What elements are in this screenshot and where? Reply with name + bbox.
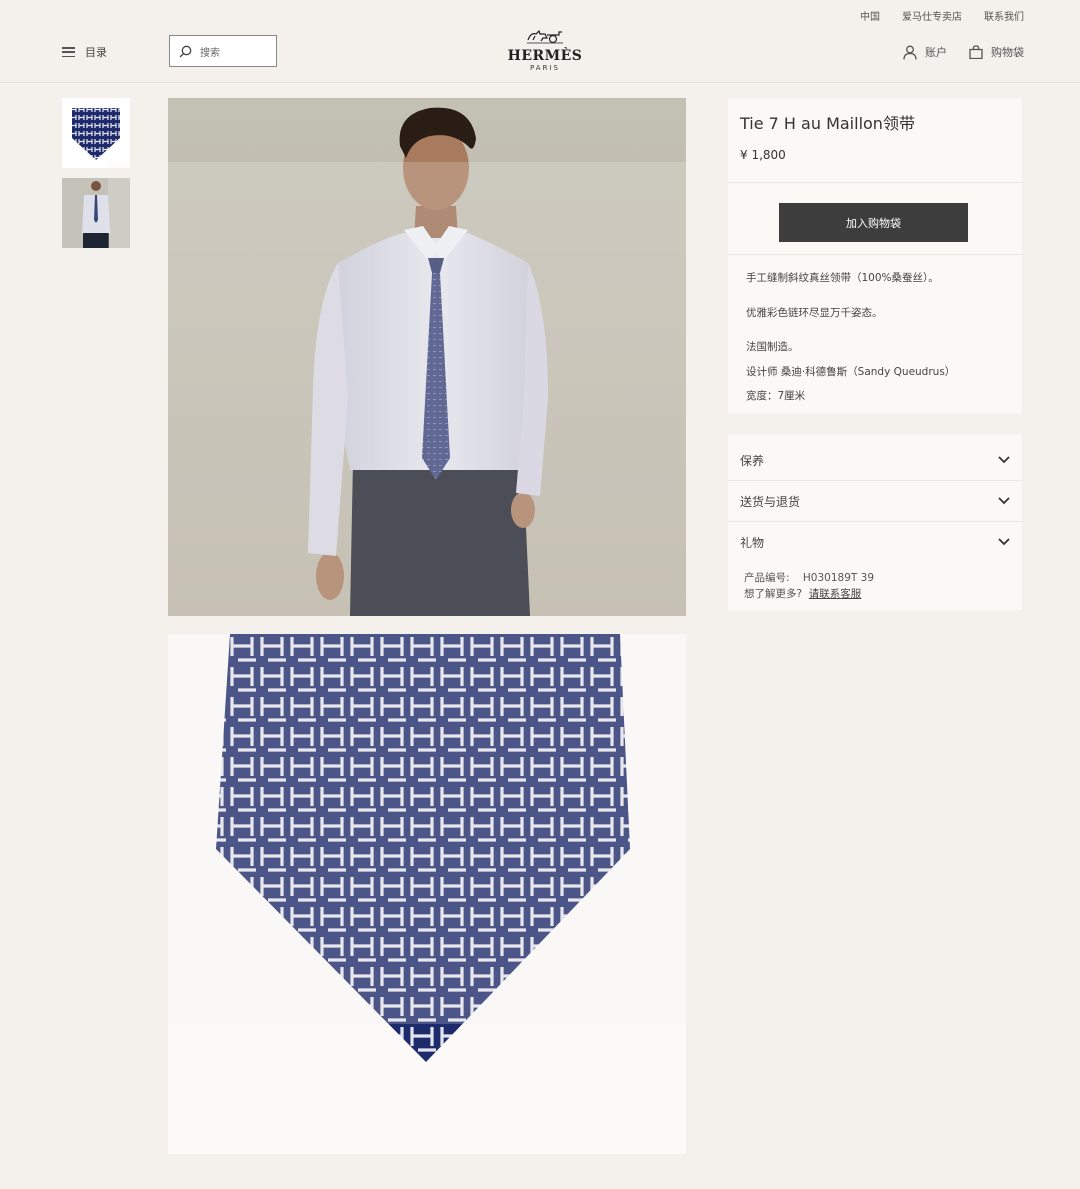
divider [728,182,1022,183]
menu-icon [62,47,75,57]
accordion-label: 礼物 [740,535,765,550]
search-icon [179,45,192,57]
sku-row: 产品编号: H030189T 39 [744,570,1006,586]
accordion-gift[interactable]: 礼物 [728,522,1022,562]
product-photo-model[interactable] [168,98,686,616]
menu-label: 目录 [85,46,107,59]
description-line: 法国制造。 [746,341,799,353]
stores-link[interactable]: 爱马仕专卖店 [902,8,962,23]
menu-button[interactable]: 目录 [62,44,107,60]
search-placeholder: 搜索 [200,47,220,59]
cart-link[interactable]: 购物袋 [969,44,1024,60]
user-icon [903,45,917,60]
accordion-shipping[interactable]: 送货与退货 [728,481,1022,522]
site-header: 目录 搜索 HERMÈS PARIS 账户 购物袋 [0,28,1080,83]
brand-city: PARIS [530,64,560,72]
sku-value: H030189T 39 [802,572,874,584]
accordion-label: 送货与退货 [740,494,801,509]
utility-bar: 中国 爱马仕专卖店 联系我们 [860,8,1024,23]
description-line: 设计师 桑迪·科德鲁斯（Sandy Queudrus） [746,365,956,378]
accordion-label: 保养 [740,453,765,468]
more-label: 想了解更多? [744,588,803,600]
contact-service-link[interactable]: 请联系客服 [809,588,862,600]
description-line: 优雅彩色链环尽显万千姿态。 [746,306,883,319]
contact-link[interactable]: 联系我们 [984,8,1024,23]
brand-name: HERMÈS [507,48,583,64]
add-to-cart-button[interactable]: 加入购物袋 [779,203,968,242]
chevron-down-icon [998,538,1010,546]
accordion-care[interactable]: 保养 [728,440,1022,481]
product-accordion: 保养 送货与退货 礼物 产品编号: H030189T 39 想了解更多? 请联系… [728,434,1022,610]
product-description: 手工缝制斜纹真丝领带（100%桑蚕丝）。 优雅彩色链环尽显万千姿态。 法国制造。… [728,255,1022,414]
search-input[interactable]: 搜索 [169,35,277,67]
product-info-panel: Tie 7 H au Maillon领带 ¥ 1,800 加入购物袋 手工缝制斜… [728,98,1022,414]
account-button[interactable]: 账户 [903,44,947,60]
product-meta: 产品编号: H030189T 39 想了解更多? 请联系客服 [728,562,1022,610]
chevron-down-icon [998,456,1010,464]
description-line: 宽度：7厘米 [746,390,806,402]
account-nav: 账户 购物袋 [903,44,1024,60]
contact-row: 想了解更多? 请联系客服 [744,586,1006,602]
chevron-down-icon [998,497,1010,505]
product-photo-tie[interactable] [168,634,686,1154]
sku-label: 产品编号: [744,572,790,584]
region-link[interactable]: 中国 [860,8,880,23]
account-label: 账户 [925,46,947,59]
cart-label: 购物袋 [991,46,1024,59]
horse-carriage-logo [527,29,563,44]
thumbnail-model[interactable] [62,178,130,248]
thumbnail-tie[interactable] [62,98,130,168]
product-price: ¥ 1,800 [740,148,786,162]
bag-icon [969,45,983,59]
brand-logo[interactable]: HERMÈS PARIS [505,28,585,72]
product-title: Tie 7 H au Maillon领带 [740,114,915,133]
description-line: 手工缝制斜纹真丝领带（100%桑蚕丝）。 [746,272,939,284]
